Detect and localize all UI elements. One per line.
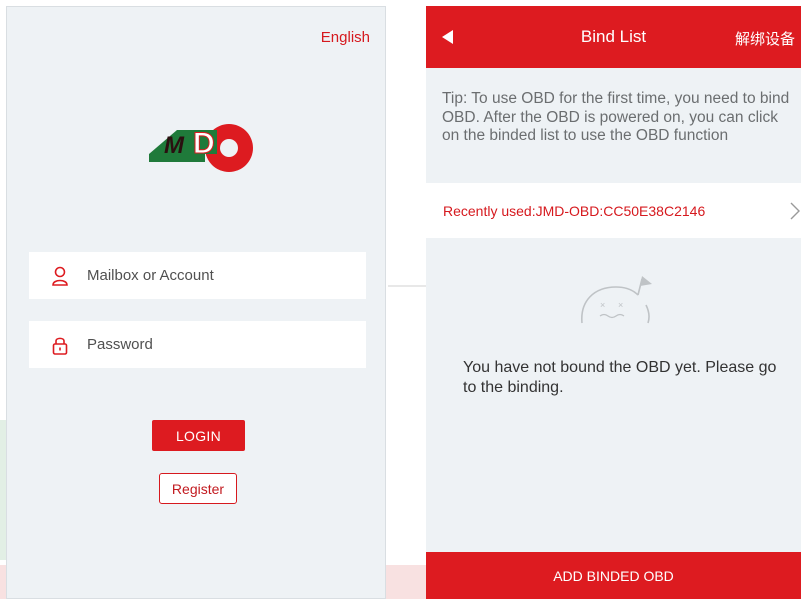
account-placeholder: Mailbox or Account (87, 267, 214, 284)
empty-state-message: You have not bound the OBD yet. Please g… (463, 359, 777, 396)
backdrop-divider (388, 285, 428, 287)
register-button[interactable]: Register (159, 473, 237, 504)
password-field[interactable]: Password (29, 321, 366, 368)
add-binded-obd-button[interactable]: ADD BINDED OBD (426, 552, 801, 599)
password-placeholder: Password (87, 336, 153, 353)
user-icon (49, 265, 71, 287)
top-bar: Bind List 解绑设备 (426, 6, 801, 68)
language-switch[interactable]: English (321, 29, 370, 46)
tip-text: Tip: To use OBD for the first time, you … (442, 90, 790, 144)
account-field[interactable]: Mailbox or Account (29, 252, 366, 299)
svg-text:M: M (164, 132, 185, 159)
login-button[interactable]: LOGIN (152, 420, 245, 451)
empty-face-icon: × × (581, 276, 652, 324)
svg-text:×: × (600, 300, 605, 310)
lock-icon (49, 334, 71, 356)
svg-text:D: D (193, 127, 215, 160)
bind-list-screen: Bind List 解绑设备 Tip: To use OBD for the f… (426, 6, 801, 599)
unbind-device-button[interactable]: 解绑设备 (735, 28, 795, 49)
recent-device-label: Recently used:JMD-OBD:CC50E38C2146 (443, 202, 706, 219)
svg-text:×: × (618, 300, 623, 310)
login-screen: English M D Mailbox or Account Password … (6, 6, 386, 599)
recent-device-row[interactable]: Recently used:JMD-OBD:CC50E38C2146 (426, 183, 801, 238)
jmd-logo: M D (149, 124, 253, 172)
chevron-right-icon (790, 202, 800, 220)
